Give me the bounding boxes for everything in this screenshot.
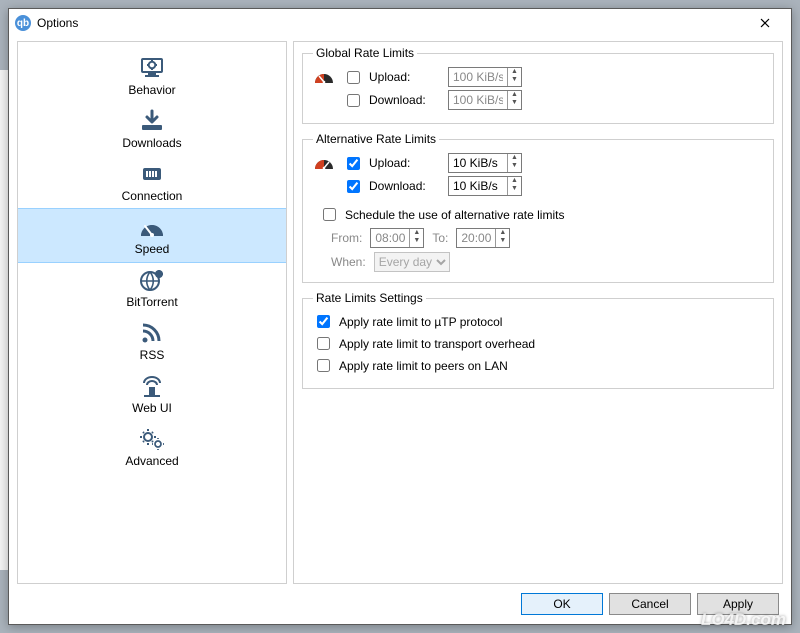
- window-title: Options: [37, 16, 78, 30]
- close-button[interactable]: [745, 9, 785, 37]
- button-label: Cancel: [631, 597, 668, 611]
- alt-download-value[interactable]: [449, 178, 507, 194]
- global-upload-spinner[interactable]: ▲▼: [448, 67, 522, 87]
- upload-label: Upload:: [369, 156, 442, 170]
- alt-download-spinner[interactable]: ▲▼: [448, 176, 522, 196]
- cancel-button[interactable]: Cancel: [609, 593, 691, 615]
- global-upload-value[interactable]: [449, 69, 507, 85]
- gauge-icon: [313, 153, 335, 171]
- group-legend: Global Rate Limits: [313, 46, 417, 60]
- apply-button[interactable]: Apply: [697, 593, 779, 615]
- group-legend: Rate Limits Settings: [313, 291, 426, 305]
- options-dialog: qb Options Behavior Downloads: [8, 8, 792, 625]
- spinner-arrows-icon[interactable]: ▲▼: [495, 229, 509, 247]
- utp-checkbox[interactable]: [317, 315, 330, 328]
- sidebar-item-label: Web UI: [132, 401, 172, 415]
- spinner-arrows-icon[interactable]: ▲▼: [409, 229, 423, 247]
- sidebar-item-label: Downloads: [122, 136, 181, 150]
- sidebar-item-label: Behavior: [128, 83, 175, 97]
- sidebar-item-webui[interactable]: Web UI: [18, 368, 286, 421]
- global-upload-checkbox[interactable]: [347, 71, 360, 84]
- gauge-icon: [313, 67, 335, 85]
- bittorrent-icon: [136, 266, 168, 294]
- utp-label: Apply rate limit to µTP protocol: [339, 315, 502, 329]
- button-label: Apply: [723, 597, 753, 611]
- sidebar-item-label: RSS: [140, 348, 165, 362]
- connection-icon: [136, 160, 168, 188]
- dialog-footer: OK Cancel Apply: [9, 584, 791, 624]
- ok-button[interactable]: OK: [521, 593, 603, 615]
- download-label: Download:: [369, 179, 442, 193]
- rate-limits-settings-group: Rate Limits Settings Apply rate limit to…: [302, 291, 774, 389]
- close-icon: [760, 18, 770, 28]
- sidebar-item-behavior[interactable]: Behavior: [18, 50, 286, 103]
- sidebar-item-downloads[interactable]: Downloads: [18, 103, 286, 156]
- schedule-checkbox[interactable]: [323, 208, 336, 221]
- rss-icon: [136, 319, 168, 347]
- download-label: Download:: [369, 93, 442, 107]
- global-rate-limits-group: Global Rate Limits Upload: ▲▼: [302, 46, 774, 124]
- alt-rate-limits-group: Alternative Rate Limits Upload: ▲▼: [302, 132, 774, 283]
- button-label: OK: [553, 597, 570, 611]
- sidebar-item-label: BitTorrent: [126, 295, 177, 309]
- spinner-arrows-icon[interactable]: ▲▼: [507, 177, 521, 195]
- downloads-icon: [136, 107, 168, 135]
- app-icon: qb: [15, 15, 31, 31]
- from-time-value[interactable]: [371, 230, 409, 246]
- when-select[interactable]: Every day: [374, 252, 450, 272]
- spinner-arrows-icon[interactable]: ▲▼: [507, 91, 521, 109]
- from-time-spinner[interactable]: ▲▼: [370, 228, 424, 248]
- behavior-icon: [136, 54, 168, 82]
- global-download-checkbox[interactable]: [347, 94, 360, 107]
- alt-upload-checkbox[interactable]: [347, 157, 360, 170]
- speed-icon: [136, 213, 168, 241]
- alt-download-checkbox[interactable]: [347, 180, 360, 193]
- lan-label: Apply rate limit to peers on LAN: [339, 359, 508, 373]
- lan-checkbox[interactable]: [317, 359, 330, 372]
- sidebar-item-advanced[interactable]: Advanced: [18, 421, 286, 474]
- global-download-spinner[interactable]: ▲▼: [448, 90, 522, 110]
- spinner-arrows-icon[interactable]: ▲▼: [507, 68, 521, 86]
- when-label: When:: [331, 255, 366, 269]
- global-download-value[interactable]: [449, 92, 507, 108]
- advanced-icon: [136, 425, 168, 453]
- settings-pane: Global Rate Limits Upload: ▲▼: [293, 41, 783, 584]
- webui-icon: [136, 372, 168, 400]
- to-time-spinner[interactable]: ▲▼: [456, 228, 510, 248]
- sidebar-item-connection[interactable]: Connection: [18, 156, 286, 209]
- spinner-arrows-icon[interactable]: ▲▼: [507, 154, 521, 172]
- overhead-checkbox[interactable]: [317, 337, 330, 350]
- sidebar-item-label: Connection: [122, 189, 183, 203]
- sidebar-item-rss[interactable]: RSS: [18, 315, 286, 368]
- alt-upload-value[interactable]: [449, 155, 507, 171]
- to-time-value[interactable]: [457, 230, 495, 246]
- titlebar: qb Options: [9, 9, 791, 37]
- sidebar-item-bittorrent[interactable]: BitTorrent: [18, 262, 286, 315]
- group-legend: Alternative Rate Limits: [313, 132, 439, 146]
- schedule-label: Schedule the use of alternative rate lim…: [345, 208, 564, 222]
- sidebar-item-speed[interactable]: Speed: [18, 209, 286, 262]
- alt-upload-spinner[interactable]: ▲▼: [448, 153, 522, 173]
- to-label: To:: [432, 231, 448, 245]
- upload-label: Upload:: [369, 70, 442, 84]
- overhead-label: Apply rate limit to transport overhead: [339, 337, 535, 351]
- sidebar-item-label: Advanced: [125, 454, 178, 468]
- sidebar-item-label: Speed: [135, 242, 170, 256]
- from-label: From:: [331, 231, 362, 245]
- category-sidebar: Behavior Downloads Connection Speed: [17, 41, 287, 584]
